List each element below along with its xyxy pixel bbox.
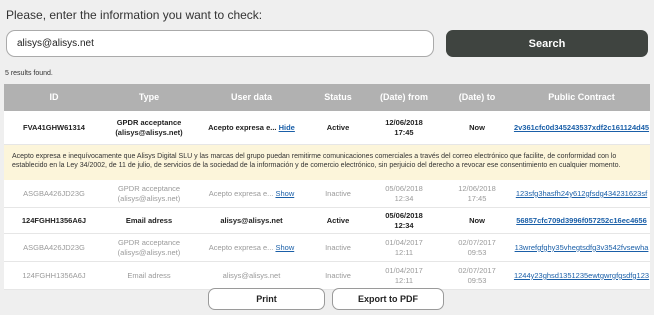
cell-date-from: 05/06/2018 12:34	[385, 211, 423, 230]
cell-type: GPDR acceptance (alisys@alisys.net)	[117, 238, 181, 257]
table-row: 124FGHH1356A6J Email adress alisys@alisy…	[4, 208, 650, 234]
contract-link[interactable]: 1244y23ghsd1351235ewtgwrgfgsdfg123	[514, 271, 649, 280]
cell-date-from: 01/04/2017 12:11	[385, 238, 423, 257]
header-date-from: (Date) from	[379, 91, 428, 102]
page-prompt: Please, enter the information you want t…	[6, 8, 263, 22]
cell-user-data: alisys@alisys.net	[222, 270, 281, 280]
cell-contract: 13wrefgfghy35vhegtsdfg3v3542fvsewha	[513, 243, 650, 252]
cell-contract: 1244y23ghsd1351235ewtgwrgfgsdfg123	[513, 271, 650, 280]
cell-status: Inactive	[325, 270, 351, 280]
consent-detail: Acepto expresa e inequívocamente que Ali…	[4, 145, 650, 180]
cell-type: Email adress	[125, 215, 173, 225]
results-table: ID Type User data Status (Date) from (Da…	[4, 84, 650, 290]
contract-link[interactable]: 56857cfc709d3996f057252c16ec4656	[516, 216, 647, 225]
action-bar: Print Export to PDF	[0, 288, 654, 310]
cell-date-to: 02/07/2017 09:53	[458, 238, 496, 257]
cell-id: 124FGHH1356A6J	[21, 215, 87, 225]
cell-contract: 56857cfc709d3996f057252c16ec4656	[513, 216, 650, 225]
hide-link[interactable]: Hide	[279, 123, 295, 132]
cell-id: ASGBA426JD23G	[23, 188, 85, 198]
cell-type: GPDR acceptance (alisys@alisys.net)	[117, 184, 181, 203]
header-user-data: User data	[230, 91, 273, 102]
user-data-text: Acepto expresa e...	[208, 188, 274, 198]
cell-user-data: alisys@alisys.net	[220, 215, 283, 225]
cell-date-from: 12/06/2018 17:45	[385, 118, 423, 137]
cell-user-data: Acepto expresa e... Hide	[194, 123, 309, 132]
cell-date-from: 01/04/2017 12:11	[385, 266, 423, 285]
contract-link[interactable]: 2v361cfc0d345243537xdf2c161124d45	[514, 123, 649, 132]
cell-status: Active	[326, 215, 350, 225]
cell-date-from: 05/06/2018 12:34	[385, 184, 423, 203]
header-public-contract: Public Contract	[548, 91, 615, 102]
header-type: Type	[138, 91, 160, 102]
show-link[interactable]: Show	[275, 243, 294, 252]
header-date-to: (Date) to	[458, 91, 496, 102]
cell-user-data: Acepto expresa e... Show	[194, 243, 309, 252]
cell-type: GPDR acceptance (alisys@alisys.net)	[115, 118, 183, 137]
contract-link[interactable]: 13wrefgfghy35vhegtsdfg3v3542fvsewha	[515, 243, 649, 252]
table-row: ASGBA426JD23G GPDR acceptance (alisys@al…	[4, 180, 650, 208]
table-header: ID Type User data Status (Date) from (Da…	[4, 84, 650, 111]
cell-contract: 123sfg3hasfh24y612gfsdg434231623sf	[513, 189, 650, 198]
cell-date-to: 12/06/2018 17:45	[458, 184, 496, 203]
cell-id: FVA41GHW61314	[23, 122, 85, 132]
search-input-value: alisys@alisys.net	[17, 38, 94, 49]
show-link[interactable]: Show	[275, 189, 294, 198]
cell-date-to: Now	[469, 122, 485, 132]
cell-date-to: 02/07/2017 09:53	[458, 266, 496, 285]
results-count: 5 results found.	[5, 70, 53, 77]
print-button[interactable]: Print	[208, 288, 325, 310]
search-input[interactable]: alisys@alisys.net	[6, 30, 434, 57]
table-row: 124FGHH1356A6J Email adress alisys@alisy…	[4, 262, 650, 290]
cell-type: Email adress	[127, 270, 171, 280]
cell-status: Active	[326, 122, 350, 132]
cell-status: Inactive	[325, 242, 351, 252]
cell-date-to: Now	[469, 215, 485, 225]
cell-contract: 2v361cfc0d345243537xdf2c161124d45	[513, 123, 650, 132]
cell-id: ASGBA426JD23G	[23, 242, 85, 252]
table-row: FVA41GHW61314 GPDR acceptance (alisys@al…	[4, 111, 650, 145]
cell-user-data: Acepto expresa e... Show	[194, 189, 309, 198]
cell-id: 124FGHH1356A6J	[22, 270, 86, 280]
export-pdf-button[interactable]: Export to PDF	[332, 288, 444, 310]
search-button[interactable]: Search	[446, 30, 648, 57]
user-data-text: Acepto expresa e...	[208, 242, 274, 252]
header-id: ID	[49, 91, 59, 102]
table-row: ASGBA426JD23G GPDR acceptance (alisys@al…	[4, 234, 650, 262]
contract-link[interactable]: 123sfg3hasfh24y612gfsdg434231623sf	[516, 189, 647, 198]
cell-status: Inactive	[325, 188, 351, 198]
user-data-text: Acepto expresa e...	[208, 122, 277, 132]
header-status: Status	[324, 91, 352, 102]
